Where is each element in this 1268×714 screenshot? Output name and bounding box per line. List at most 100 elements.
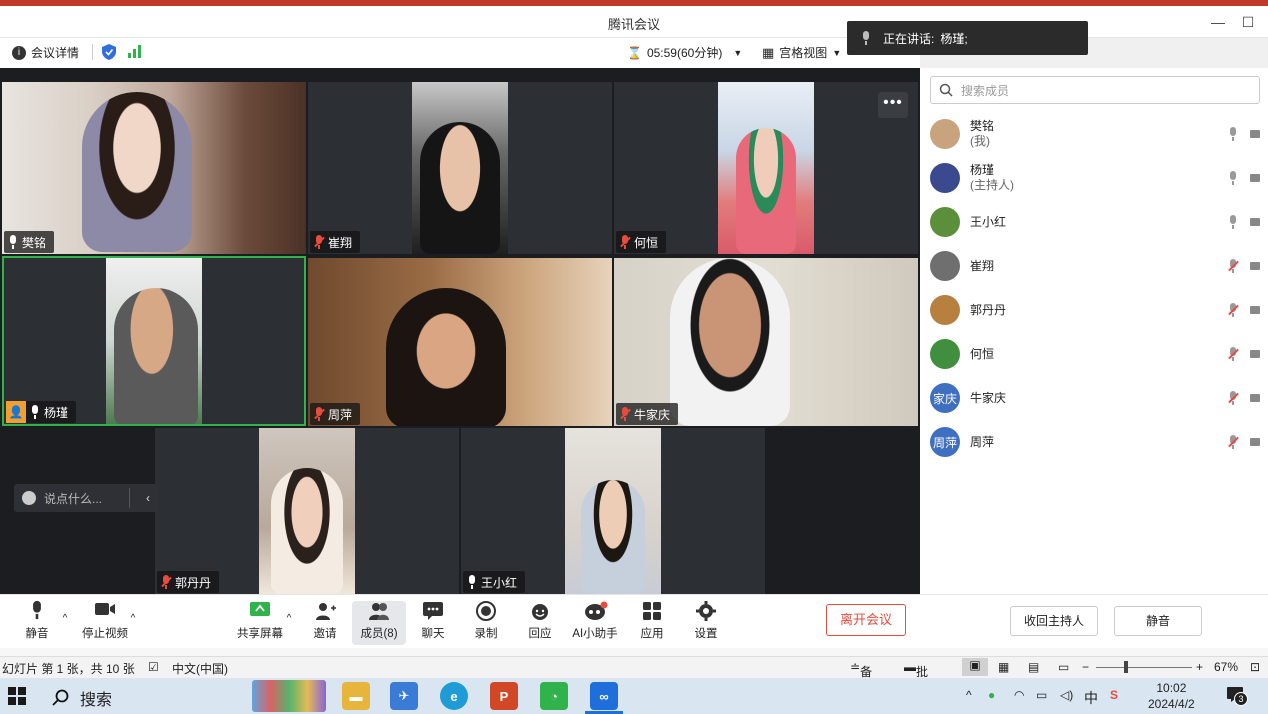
reaction-button[interactable]: 回应 (513, 601, 567, 645)
camera-icon[interactable] (1250, 174, 1260, 182)
microphone-icon[interactable] (1228, 127, 1238, 141)
camera-icon[interactable] (1250, 262, 1260, 270)
member-search-input[interactable]: 搜索成员 (930, 76, 1260, 104)
volume-icon[interactable]: ◁) (1060, 688, 1073, 702)
apps-button[interactable]: 应用 (625, 601, 679, 645)
video-tile[interactable]: 王小红 (461, 428, 765, 594)
microphone-icon[interactable] (1228, 215, 1238, 229)
tencent-meeting-icon[interactable]: ∞ (590, 682, 618, 710)
ime-indicator[interactable]: 中 (1084, 688, 1098, 708)
microphone-muted-icon[interactable] (1228, 347, 1239, 361)
avatar: 家庆 (930, 383, 960, 413)
taskbar-widget-books[interactable] (252, 680, 326, 712)
security-shield-icon[interactable] (102, 44, 116, 60)
microphone-muted-icon[interactable] (1228, 259, 1239, 273)
collapse-chevron-icon[interactable]: ‹ (138, 491, 158, 505)
members-icon (368, 601, 390, 621)
signal-strength-icon[interactable] (128, 44, 142, 58)
member-row[interactable]: 樊铭 (我) (930, 114, 1264, 154)
microphone-muted-icon[interactable] (1228, 391, 1239, 405)
chat-button[interactable]: 聊天 (406, 601, 460, 645)
language-indicator[interactable]: 中文(中国) (172, 660, 228, 677)
video-tile-active-speaker[interactable]: 👤 杨瑾 (2, 256, 306, 426)
zoom-level[interactable]: 67% (1214, 660, 1238, 674)
members-button[interactable]: 成员(8) (352, 601, 406, 645)
edge-browser-icon[interactable]: e (440, 682, 468, 710)
member-row[interactable]: 周萍 周萍 (930, 422, 1264, 462)
timer-label: 05:59(60分钟) (646, 46, 723, 60)
zoom-in-button[interactable]: + (1196, 660, 1203, 674)
wechat-tray-icon[interactable]: ● (988, 688, 995, 702)
video-tile[interactable]: 郭丹丹 (155, 428, 459, 594)
minimize-button[interactable]: — (1208, 12, 1228, 32)
emoji-icon[interactable] (22, 491, 36, 505)
battery-icon[interactable]: ▭ (1036, 688, 1047, 702)
video-tile[interactable]: 牛家庆 (614, 258, 918, 426)
wifi-icon[interactable]: ◠ (1014, 688, 1024, 702)
microphone-muted-icon[interactable] (1228, 303, 1239, 317)
member-row[interactable]: 杨瑾 (主持人) (930, 158, 1264, 198)
camera-icon[interactable] (1250, 218, 1260, 226)
comments-button[interactable]: ▬ 批注 (904, 660, 928, 696)
invite-button[interactable]: 邀请 (298, 601, 352, 645)
video-tile[interactable]: 崔翔 (308, 82, 612, 254)
maximize-button[interactable]: ☐ (1238, 12, 1258, 32)
normal-view-icon[interactable]: ▣ (962, 658, 988, 676)
leave-meeting-button[interactable]: 离开会议 (826, 604, 906, 636)
taskbar-search[interactable]: 搜索 (52, 686, 112, 710)
windows-start-icon[interactable] (8, 687, 26, 708)
record-button[interactable]: 录制 (459, 601, 513, 645)
member-row[interactable]: 崔翔 (930, 246, 1264, 286)
stop-video-button[interactable]: 停止视频 (78, 601, 132, 645)
zoom-out-button[interactable]: − (1082, 660, 1089, 674)
feishu-app-icon[interactable]: ✈ (390, 682, 418, 710)
chat-bubble-icon (422, 601, 444, 621)
microphone-muted-icon[interactable] (1228, 435, 1239, 449)
settings-button[interactable]: 设置 (679, 601, 733, 645)
view-mode-button[interactable]: ▦ 宫格视图 ▼ (762, 44, 841, 61)
more-options-button[interactable]: ••• (878, 92, 908, 118)
notification-center-icon[interactable]: 3 (1226, 686, 1248, 706)
proofing-icon[interactable]: ☑ (148, 660, 159, 674)
member-row[interactable]: 何恒 (930, 334, 1264, 374)
ai-assistant-button[interactable]: AI小助手 (568, 601, 622, 645)
meeting-timer[interactable]: ⌛ 05:59(60分钟) ▼ (627, 44, 742, 61)
camera-icon[interactable] (1250, 394, 1260, 402)
member-row[interactable]: 家庆 牛家庆 (930, 378, 1264, 418)
microphone-icon[interactable] (1228, 171, 1238, 185)
mute-button[interactable]: 静音 (10, 600, 64, 645)
notification-count-badge: 3 (1234, 692, 1248, 706)
zoom-slider-track[interactable] (1096, 667, 1192, 668)
apps-grid-icon (641, 601, 663, 621)
zoom-slider-thumb[interactable] (1124, 661, 1128, 673)
slide-sorter-icon[interactable]: ▦ (998, 660, 1009, 674)
meeting-details-button[interactable]: i 会议详情 (12, 44, 79, 61)
member-row[interactable]: 郭丹丹 (930, 290, 1264, 330)
video-tile[interactable]: 周萍 (308, 258, 612, 426)
slideshow-icon[interactable]: ▭ (1058, 660, 1069, 674)
camera-icon[interactable] (1250, 350, 1260, 358)
mute-label: 静音 (25, 628, 49, 640)
video-tile[interactable]: ••• 何恒 (614, 82, 918, 254)
share-screen-button[interactable]: 共享屏幕 (233, 601, 287, 645)
participant-video (2, 82, 306, 254)
camera-icon[interactable] (1250, 306, 1260, 314)
member-controls (1228, 259, 1260, 273)
video-tile[interactable]: 樊铭 (2, 82, 306, 254)
wechat-icon[interactable]: ◔ (540, 682, 568, 710)
show-hidden-icons-chevron-icon[interactable]: ^ (966, 688, 972, 702)
chat-quick-input[interactable]: 说点什么... ‹ (14, 484, 158, 512)
file-explorer-icon[interactable]: ▬ (342, 682, 370, 710)
camera-icon[interactable] (1250, 438, 1260, 446)
notes-button[interactable]: ≐ 备注 (850, 660, 872, 696)
sogou-ime-icon[interactable]: S (1110, 688, 1118, 702)
powerpoint-icon[interactable]: P (490, 682, 518, 710)
member-row[interactable]: 王小红 (930, 202, 1264, 242)
mute-all-button[interactable]: 静音 (1114, 606, 1202, 636)
reading-view-icon[interactable]: ▤ (1028, 660, 1039, 674)
microphone-muted-icon (314, 407, 325, 421)
reclaim-host-button[interactable]: 收回主持人 (1010, 606, 1098, 636)
fit-slide-icon[interactable]: ⊡ (1250, 660, 1260, 674)
camera-icon[interactable] (1250, 130, 1260, 138)
system-clock[interactable]: 10:02 2024/4/2 (1148, 680, 1195, 712)
